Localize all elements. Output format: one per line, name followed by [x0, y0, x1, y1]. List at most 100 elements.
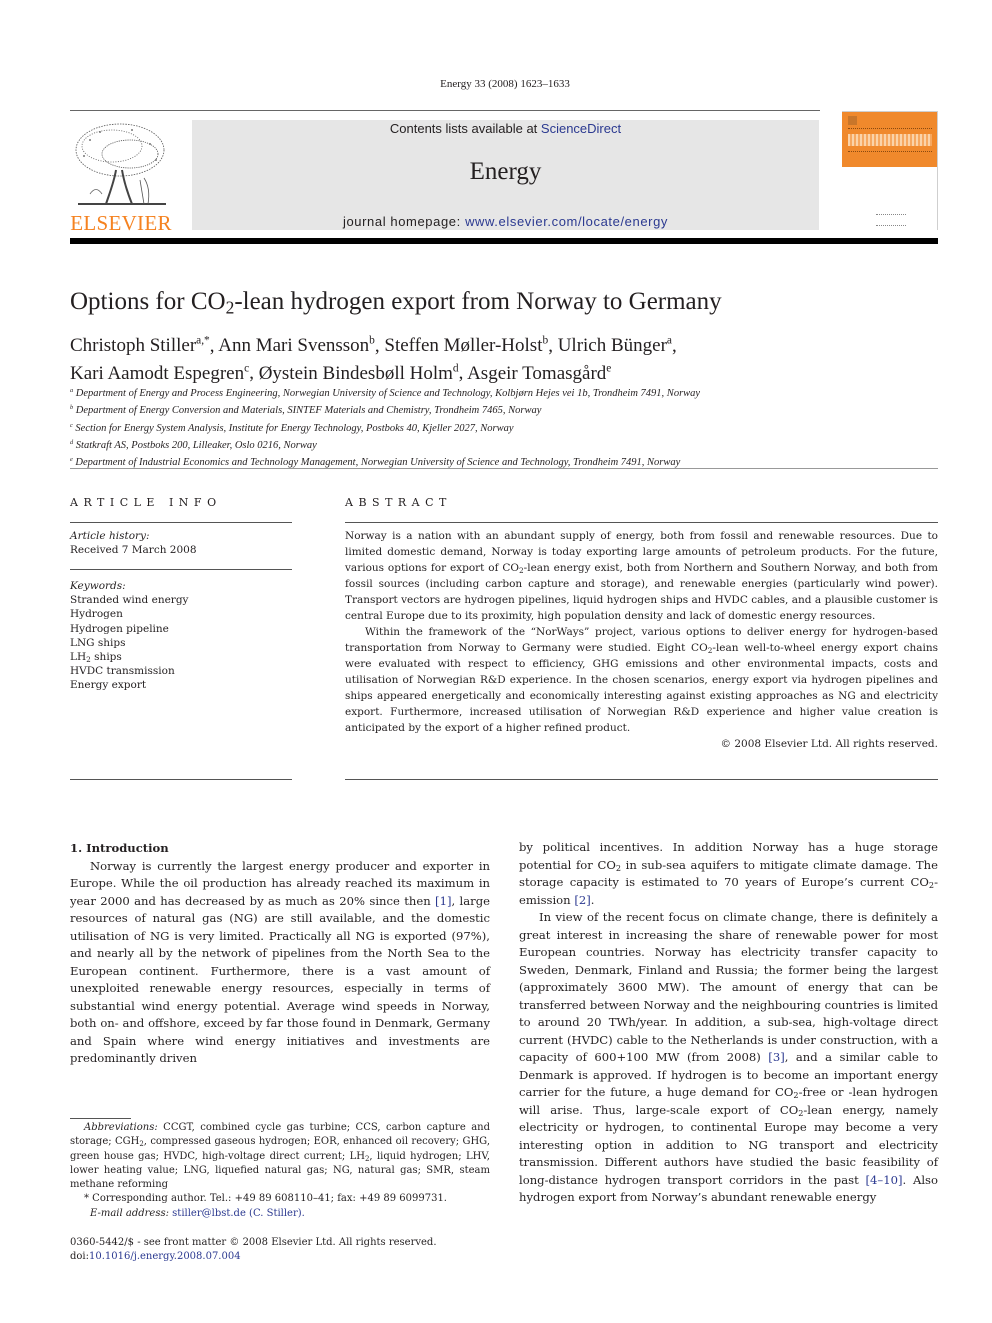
affiliation: b Department of Energy Conversion and Ma… — [70, 401, 700, 418]
affiliation: c Section for Energy System Analysis, In… — [70, 419, 700, 436]
section-title: 1. Introduction — [70, 841, 169, 855]
body-paragraph: Norway is currently the largest energy p… — [70, 858, 490, 1068]
abbreviations-footnote: Abbreviations: CCGT, combined cycle gas … — [70, 1121, 490, 1192]
keyword: Hydrogen pipeline — [70, 622, 169, 635]
author[interactable]: Ann Mari Svenssonb — [218, 335, 375, 356]
citation-link[interactable]: [3] — [768, 1050, 784, 1064]
section-divider — [70, 468, 938, 469]
keyword-text: ships — [90, 651, 122, 664]
author-separator: , — [374, 335, 385, 357]
body-text: . — [590, 892, 595, 907]
affiliation-text: Department of Energy and Process Enginee… — [75, 388, 701, 400]
elsevier-tree-icon — [75, 123, 166, 205]
corresponding-author-note: * Corresponding author. Tel.: +49 89 608… — [84, 1193, 447, 1205]
abstract-heading: ABSTRACT — [345, 496, 452, 509]
author-affiliation-mark: a,* — [196, 335, 210, 347]
article-history: Article history: Received 7 March 2008 — [70, 529, 197, 557]
citation-link[interactable]: [2] — [574, 893, 590, 907]
author[interactable]: Kari Aamodt Espegrenc — [70, 362, 249, 384]
email-label: E-mail address: — [90, 1207, 173, 1219]
abstract-paragraph: Within the framework of the “NorWays” pr… — [345, 624, 938, 736]
journal-cover-thumbnail[interactable] — [842, 111, 938, 230]
body-paragraph: In view of the recent focus on climate c… — [519, 909, 938, 1207]
keyword: Hydrogen — [70, 608, 123, 621]
divider — [70, 779, 292, 780]
contents-prefix: Contents lists available at — [389, 121, 541, 136]
affiliation-text: Department of Energy Conversion and Mate… — [75, 405, 542, 417]
journal-banner: Contents lists available at ScienceDirec… — [192, 120, 819, 230]
affiliation-key: c — [70, 421, 73, 429]
contents-line: Contents lists available at ScienceDirec… — [192, 121, 819, 136]
keyword-text: LH — [70, 651, 87, 664]
header-rule — [70, 110, 820, 111]
author[interactable]: Christoph Stillera,* — [70, 335, 210, 356]
divider — [345, 522, 938, 523]
citation-link[interactable]: [1] — [435, 894, 451, 908]
author[interactable]: Øystein Bindesbøll Holmd — [258, 362, 459, 384]
footnotes: Abbreviations: CCGT, combined cycle gas … — [70, 1121, 490, 1221]
article-history-label: Article history: — [70, 530, 150, 542]
cover-orange-panel — [842, 112, 937, 167]
cover-title-graphic — [848, 134, 932, 146]
cover-publisher-icon — [848, 116, 857, 125]
author-name: Asgeir Tomasgård — [467, 362, 607, 384]
affiliation-key: a — [70, 387, 74, 394]
abbreviations-label: Abbreviations: — [84, 1122, 158, 1133]
author[interactable]: Ulrich Büngera — [558, 335, 672, 356]
affiliation-key: b — [70, 404, 74, 412]
affiliation-key: e — [70, 456, 73, 464]
keyword: Stranded wind energy — [70, 594, 189, 607]
affiliation-key: d — [70, 438, 74, 446]
title-text: Options for CO — [70, 288, 226, 315]
keyword: LH2 ships — [70, 650, 188, 664]
elsevier-wordmark: ELSEVIER — [70, 211, 172, 235]
author-name: Ulrich Bünger — [557, 335, 667, 357]
author-separator: , — [249, 362, 259, 384]
affiliation: a Department of Energy and Process Engin… — [70, 384, 700, 401]
doi-link[interactable]: 10.1016/j.energy.2008.07.004 — [89, 1251, 241, 1262]
body-paragraph: by political incentives. In addition Nor… — [519, 839, 938, 909]
affiliation-text: Section for Energy System Analysis, Inst… — [75, 422, 514, 434]
homepage-prefix: journal homepage: — [342, 214, 466, 229]
abstract-copyright: © 2008 Elsevier Ltd. All rights reserved… — [720, 738, 938, 750]
author-affiliation-mark: e — [606, 362, 612, 375]
affiliation-text: Statkraft AS, Postboks 200, Lilleaker, O… — [75, 439, 317, 451]
article-info-heading: ARTICLE INFO — [70, 496, 222, 509]
author-separator: , — [671, 335, 677, 357]
body-column-left: 1. Introduction Norway is currently the … — [70, 840, 490, 1068]
author-name: Kari Aamodt Espegren — [70, 362, 245, 384]
journal-homepage-link[interactable]: www.elsevier.com/locate/energy — [465, 214, 668, 229]
cover-sciencedirect-mark — [876, 214, 906, 226]
body-text: Norway is currently the largest energy p… — [70, 858, 490, 908]
keyword: LNG ships — [70, 636, 126, 649]
divider — [70, 569, 292, 570]
journal-reference: Energy 33 (2008) 1623–1633 — [440, 78, 570, 90]
sciencedirect-link[interactable]: ScienceDirect — [541, 121, 621, 136]
email-link[interactable]: stiller@lbst.de (C. Stiller). — [172, 1208, 305, 1219]
doi-label: doi: — [70, 1251, 89, 1263]
keywords-label: Keywords: — [70, 580, 126, 592]
footnote-rule — [70, 1118, 131, 1119]
author[interactable]: Steffen Møller-Holstb — [384, 335, 548, 356]
title-subscript: 2 — [225, 297, 235, 318]
citation-link[interactable]: [4–10] — [866, 1173, 903, 1187]
abstract-body: Norway is a nation with an abundant supp… — [345, 528, 938, 752]
author-name: Øystein Bindesbøll Holm — [258, 362, 453, 384]
affiliation-text: Department of Industrial Economics and T… — [75, 457, 681, 469]
elsevier-logo[interactable]: ELSEVIER — [70, 120, 172, 235]
author[interactable]: Asgeir Tomasgårde — [467, 362, 612, 384]
received-date: Received 7 March 2008 — [70, 544, 197, 557]
body-text: , large resources of natural gas (NG) ar… — [70, 893, 490, 1066]
front-matter-copyright: 0360-5442/$ - see front matter © 2008 El… — [70, 1237, 437, 1248]
affiliation-list: a Department of Energy and Process Engin… — [70, 384, 700, 470]
doi-line: doi:10.1016/j.energy.2008.07.004 — [70, 1250, 437, 1264]
author-name: Ann Mari Svensson — [218, 335, 370, 357]
author-separator: , — [458, 362, 468, 384]
affiliation: d Statkraft AS, Postboks 200, Lilleaker,… — [70, 436, 700, 453]
author-name: Christoph Stiller — [70, 335, 197, 357]
article-title: Options for CO2-lean hydrogen export fro… — [70, 288, 722, 316]
abstract-paragraph: Norway is a nation with an abundant supp… — [345, 528, 938, 624]
header-thick-rule — [70, 238, 938, 244]
author-list: Christoph Stillera,*, Ann Mari Svenssonb… — [70, 330, 677, 385]
front-matter: 0360-5442/$ - see front matter © 2008 El… — [70, 1236, 437, 1265]
